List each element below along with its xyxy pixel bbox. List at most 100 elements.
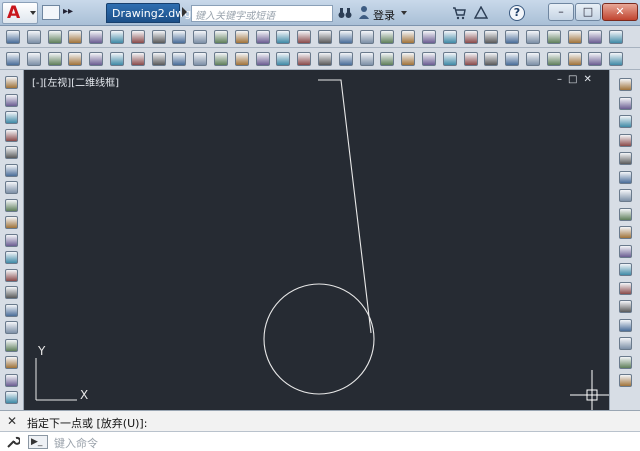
scale-icon[interactable] (619, 207, 632, 221)
dim-angular-icon[interactable] (526, 52, 540, 66)
polygon-icon[interactable] (5, 128, 18, 142)
maximize-button[interactable]: □ (575, 3, 601, 21)
application-menu-button[interactable]: A (2, 2, 38, 24)
ucs-face-icon[interactable] (318, 52, 332, 66)
sphere-icon[interactable] (89, 30, 104, 44)
hidden-icon[interactable] (26, 52, 41, 66)
chevron-down-icon[interactable] (401, 11, 407, 15)
spline-icon[interactable] (5, 216, 18, 229)
break-icon[interactable] (619, 300, 632, 313)
offset-icon[interactable] (619, 133, 632, 147)
revision-cloud-icon[interactable] (5, 198, 18, 212)
zoom-icon[interactable] (26, 30, 41, 44)
realistic-icon[interactable] (47, 52, 62, 66)
drawing-canvas[interactable]: [-][左视][二维线框] –□✕ Y X (25, 70, 609, 410)
view-left-icon[interactable] (484, 30, 499, 44)
point-icon[interactable] (5, 303, 18, 317)
trim-icon[interactable] (619, 244, 632, 258)
pan-icon[interactable] (6, 30, 20, 44)
ellipse-arc-icon[interactable] (5, 251, 18, 264)
rotate-icon[interactable] (619, 189, 632, 202)
wireframe-icon[interactable] (6, 52, 20, 66)
explode-icon[interactable] (619, 374, 632, 387)
free-orbit-icon[interactable] (130, 52, 145, 66)
close-button[interactable]: ✕ (602, 3, 638, 21)
camera-icon[interactable] (359, 30, 374, 44)
command-prompt-icon[interactable]: ▶_ (28, 435, 48, 449)
minimize-button[interactable]: – (548, 3, 574, 21)
intersect-icon[interactable] (276, 30, 291, 44)
dim-aligned-icon[interactable] (505, 52, 520, 66)
view-iso-icon[interactable] (567, 30, 582, 44)
gradient-icon[interactable] (5, 338, 18, 352)
help-button[interactable]: ? (509, 5, 525, 21)
dim-linear-icon[interactable] (484, 52, 499, 66)
extrude-icon[interactable] (193, 30, 208, 44)
mirror-icon[interactable] (619, 115, 632, 128)
shaded-icon[interactable] (89, 52, 104, 66)
named-views-icon[interactable] (588, 30, 603, 44)
stretch-icon[interactable] (619, 226, 632, 239)
make-block-icon[interactable] (5, 286, 18, 299)
polyline-icon[interactable] (5, 111, 18, 124)
ucs-view-icon[interactable] (276, 52, 291, 66)
dim-diameter-icon[interactable] (567, 52, 582, 66)
continuous-orbit-icon[interactable] (151, 52, 166, 66)
tolerance-icon[interactable] (588, 52, 603, 66)
swivel-icon[interactable] (193, 52, 208, 66)
ucs-x-icon[interactable] (359, 52, 374, 66)
copy-icon[interactable] (619, 96, 632, 110)
binoculars-icon[interactable] (338, 6, 352, 20)
ucs-object-icon[interactable] (297, 52, 312, 66)
walk-icon[interactable] (318, 30, 332, 44)
cylinder-icon[interactable] (110, 30, 124, 44)
arc-icon[interactable] (5, 163, 18, 177)
table-icon[interactable] (5, 373, 18, 387)
render-icon[interactable] (401, 30, 416, 44)
quick-access-more-icon[interactable]: ▸▸ (63, 6, 73, 17)
construction-line-icon[interactable] (5, 93, 18, 107)
erase-icon[interactable] (619, 78, 632, 91)
pyramid-icon[interactable] (172, 30, 187, 44)
search-input[interactable]: 键入关键字或短语 (191, 5, 333, 22)
view-top-icon[interactable] (442, 30, 457, 44)
chevron-right-icon[interactable] (182, 7, 187, 17)
view-front-icon[interactable] (526, 30, 540, 44)
light-icon[interactable] (380, 30, 395, 44)
orbit-icon[interactable] (110, 52, 124, 66)
ucs-z-icon[interactable] (401, 52, 416, 66)
document-tab[interactable]: Drawing2.dwg (106, 3, 191, 23)
leader-icon[interactable] (609, 52, 624, 66)
wedge-icon[interactable] (68, 30, 83, 44)
cart-icon[interactable] (452, 6, 466, 20)
ucs-3point-icon[interactable] (338, 52, 353, 66)
insert-block-icon[interactable] (5, 268, 18, 282)
distance-icon[interactable] (172, 52, 187, 66)
fillet-icon[interactable] (619, 355, 632, 369)
ucs-icon[interactable] (214, 52, 228, 66)
3d-orbit-icon[interactable] (297, 30, 312, 44)
conceptual-icon[interactable] (68, 52, 83, 66)
torus-icon[interactable] (151, 30, 166, 44)
move-icon[interactable] (619, 170, 632, 184)
layer-icon[interactable] (422, 52, 436, 66)
fly-icon[interactable] (338, 30, 353, 44)
view-right-icon[interactable] (505, 30, 520, 44)
hatch-icon[interactable] (5, 321, 18, 334)
command-input[interactable]: 键入命令 (54, 435, 98, 451)
new-file-icon[interactable] (42, 5, 60, 20)
ucs-origin-icon[interactable] (255, 52, 270, 66)
subtract-icon[interactable] (255, 30, 270, 44)
multiline-text-icon[interactable] (5, 391, 18, 404)
circle-icon[interactable] (5, 181, 18, 194)
wrench-icon[interactable] (6, 435, 20, 449)
view-bottom-icon[interactable] (463, 30, 478, 44)
union-icon[interactable] (234, 30, 249, 44)
visual-style-icon[interactable] (609, 30, 624, 44)
dim-radius-icon[interactable] (546, 52, 561, 66)
material-icon[interactable] (422, 30, 436, 44)
ucs-world-icon[interactable] (234, 52, 249, 66)
line-icon[interactable] (5, 76, 18, 89)
properties-icon[interactable] (442, 52, 457, 66)
login-button[interactable]: 登录 (373, 7, 395, 23)
